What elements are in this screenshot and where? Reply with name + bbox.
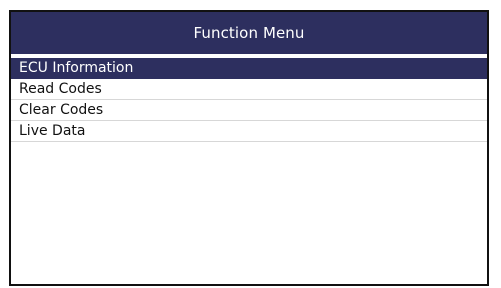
menu-item-clear-codes[interactable]: Clear Codes — [11, 100, 487, 121]
title-bar: Function Menu — [11, 12, 487, 54]
menu-item-label: Read Codes — [19, 81, 102, 97]
menu-item-live-data[interactable]: Live Data — [11, 121, 487, 142]
page-title: Function Menu — [193, 24, 305, 42]
menu-item-label: ECU Information — [19, 60, 134, 76]
menu-item-read-codes[interactable]: Read Codes — [11, 79, 487, 100]
menu-item-ecu-information[interactable]: ECU Information — [11, 58, 487, 79]
menu-item-label: Live Data — [19, 123, 86, 139]
device-screen: Function Menu ECU Information Read Codes… — [9, 10, 489, 286]
function-menu-list: ECU Information Read Codes Clear Codes L… — [11, 58, 487, 142]
menu-item-label: Clear Codes — [19, 102, 104, 118]
